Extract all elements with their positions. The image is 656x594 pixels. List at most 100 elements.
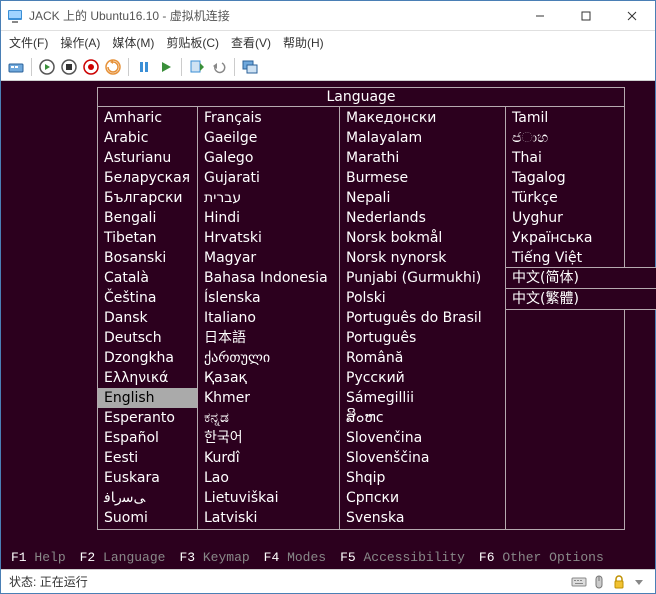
language-item[interactable]: Nepali [340, 188, 505, 208]
language-item[interactable]: Svenska [340, 508, 505, 528]
fkey-item[interactable]: F2 Language [80, 550, 166, 565]
menu-view[interactable]: 查看(V) [231, 34, 271, 51]
language-item[interactable]: עברית [198, 188, 339, 208]
language-item[interactable]: Gaeilge [198, 128, 339, 148]
language-item[interactable]: Bosanski [98, 248, 197, 268]
menu-media[interactable]: 媒体(M) [112, 34, 154, 51]
shutdown-icon[interactable] [82, 58, 100, 76]
language-item[interactable]: Malayalam [340, 128, 505, 148]
language-item[interactable]: 한국어 [198, 428, 339, 448]
language-item[interactable]: Sámegillii [340, 388, 505, 408]
reset-icon[interactable] [104, 58, 122, 76]
language-item[interactable]: Қазақ [198, 368, 339, 388]
language-item[interactable]: Tagalog [506, 168, 624, 188]
enhanced-session-icon[interactable] [241, 58, 259, 76]
language-item[interactable]: Tamil [506, 108, 624, 128]
language-item[interactable]: Bahasa Indonesia [198, 268, 339, 288]
language-item[interactable]: ສິ๐ຫс [340, 408, 505, 428]
fkey-item[interactable]: F5 Accessibility [340, 550, 465, 565]
close-button[interactable] [609, 1, 655, 30]
language-item[interactable]: Italiano [198, 308, 339, 328]
language-item[interactable]: Bengali [98, 208, 197, 228]
language-item[interactable]: Dansk [98, 308, 197, 328]
language-item[interactable]: Marathi [340, 148, 505, 168]
language-item[interactable]: Nederlands [340, 208, 505, 228]
language-item[interactable]: Khmer [198, 388, 339, 408]
language-item[interactable]: Euskara [98, 468, 197, 488]
language-item[interactable]: Arabic [98, 128, 197, 148]
language-item[interactable]: Gujarati [198, 168, 339, 188]
language-item[interactable]: Lao [198, 468, 339, 488]
maximize-button[interactable] [563, 1, 609, 30]
language-item[interactable]: Беларуская [98, 168, 197, 188]
language-item[interactable]: Asturianu [98, 148, 197, 168]
language-item[interactable]: 日本語 [198, 328, 339, 348]
language-item[interactable]: 中文(简体) [506, 267, 656, 289]
language-item[interactable]: Čeština [98, 288, 197, 308]
language-item[interactable]: Punjabi (Gurmukhi) [340, 268, 505, 288]
language-item[interactable]: Română [340, 348, 505, 368]
language-item[interactable]: Lietuviškai [198, 488, 339, 508]
language-item[interactable]: Türkçe [506, 188, 624, 208]
language-item[interactable]: Русский [340, 368, 505, 388]
language-item[interactable]: Burmese [340, 168, 505, 188]
language-item[interactable]: Esperanto [98, 408, 197, 428]
language-item[interactable]: Magyar [198, 248, 339, 268]
fkey-item[interactable]: F3 Keymap [179, 550, 249, 565]
language-item[interactable]: Latviski [198, 508, 339, 528]
language-item[interactable]: Tiếng Việt [506, 248, 624, 268]
fkey-item[interactable]: F1 Help [11, 550, 66, 565]
language-item[interactable]: Српски [340, 488, 505, 508]
language-item[interactable]: Slovenčina [340, 428, 505, 448]
language-item[interactable]: Hindi [198, 208, 339, 228]
language-item[interactable]: Suomi [98, 508, 197, 528]
language-item[interactable]: Slovenščina [340, 448, 505, 468]
language-item[interactable]: Hrvatski [198, 228, 339, 248]
language-item[interactable]: Norsk nynorsk [340, 248, 505, 268]
language-item[interactable]: Deutsch [98, 328, 197, 348]
menu-help[interactable]: 帮助(H) [283, 34, 324, 51]
menu-action[interactable]: 操作(A) [60, 34, 100, 51]
language-item[interactable]: Dzongkha [98, 348, 197, 368]
language-item[interactable]: ﻰﺳﺭﺎﻓ [98, 488, 197, 508]
language-item[interactable]: Български [98, 188, 197, 208]
language-item[interactable]: Català [98, 268, 197, 288]
language-item[interactable]: Français [198, 108, 339, 128]
language-item[interactable]: Amharic [98, 108, 197, 128]
language-item[interactable]: Македонски [340, 108, 505, 128]
turnoff-icon[interactable] [60, 58, 78, 76]
language-item[interactable]: Português [340, 328, 505, 348]
language-item[interactable]: Galego [198, 148, 339, 168]
fkey-item[interactable]: F6 Other Options [479, 550, 604, 565]
revert-icon[interactable] [210, 58, 228, 76]
language-item[interactable]: Shqip [340, 468, 505, 488]
chevron-down-icon[interactable] [631, 574, 647, 590]
language-item[interactable]: Português do Brasil [340, 308, 505, 328]
pause-icon[interactable] [135, 58, 153, 76]
language-item[interactable]: Español [98, 428, 197, 448]
language-item[interactable]: Polski [340, 288, 505, 308]
language-item[interactable]: Norsk bokmål [340, 228, 505, 248]
ctrl-alt-del-icon[interactable] [7, 58, 25, 76]
language-item[interactable]: Uyghur [506, 208, 624, 228]
start-icon[interactable] [38, 58, 56, 76]
language-item[interactable]: ქართული [198, 348, 339, 368]
language-item[interactable]: Kurdî [198, 448, 339, 468]
language-item[interactable]: 中文(繁體) [506, 288, 656, 310]
language-item[interactable]: Eesti [98, 448, 197, 468]
fkey-item[interactable]: F4 Modes [264, 550, 326, 565]
minimize-button[interactable] [517, 1, 563, 30]
language-item[interactable]: English [98, 388, 197, 408]
language-item[interactable]: ජ෹ාහ [506, 128, 624, 148]
language-item[interactable]: Ελληνικά [98, 368, 197, 388]
checkpoint-icon[interactable] [188, 58, 206, 76]
language-item[interactable]: Українська [506, 228, 624, 248]
language-item[interactable]: ಕನ್ನಡ [198, 408, 339, 428]
menu-clipboard[interactable]: 剪贴板(C) [166, 34, 219, 51]
language-item[interactable]: Thai [506, 148, 624, 168]
menu-file[interactable]: 文件(F) [9, 34, 48, 51]
separator [128, 58, 129, 76]
play-icon[interactable] [157, 58, 175, 76]
language-item[interactable]: Íslenska [198, 288, 339, 308]
language-item[interactable]: Tibetan [98, 228, 197, 248]
